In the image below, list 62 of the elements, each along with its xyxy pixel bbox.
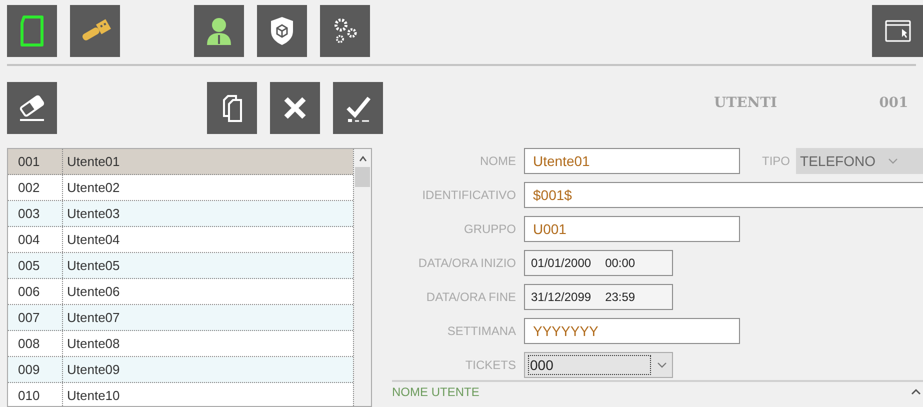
window-button[interactable] [872,5,923,57]
field-label: DATA/ORA FINE [425,289,517,306]
row-name: Utente07 [66,308,120,327]
row-code: 008 [8,331,63,356]
list-row[interactable]: 005 Utente05 [8,253,353,279]
row-name: Utente09 [66,360,120,379]
row-name: Utente10 [66,386,120,405]
field-label: IDENTIFICATIVO [421,187,517,204]
clear-button[interactable] [7,82,57,134]
row-code: 002 [8,175,63,200]
field-label: TIPO [762,153,790,170]
field-label: NOME [479,153,517,170]
field-label: GRUPPO [462,221,517,238]
row-code: 005 [8,253,63,278]
text-field[interactable]: $001$ [524,182,923,208]
tickets-dropdown[interactable]: 000 [524,352,673,378]
delete-button[interactable] [270,82,320,134]
text-field[interactable]: U001 [524,216,740,242]
row-name: Utente06 [66,282,120,301]
dropdown-caret-icon [657,362,667,368]
list-row[interactable]: 002 Utente02 [8,175,353,201]
text-field[interactable]: YYYYYYY [524,318,740,344]
row-name: Utente08 [66,334,120,353]
copy-button[interactable] [207,82,257,134]
list-row[interactable]: 008 Utente08 [8,331,353,357]
scrollbar-thumb[interactable] [355,167,370,187]
list-row[interactable]: 009 Utente09 [8,357,353,383]
row-name: Utente01 [66,152,120,171]
list-row[interactable]: 004 Utente04 [8,227,353,253]
list-row[interactable]: 001 Utente01 [8,149,353,175]
user-button[interactable] [194,5,244,57]
list-row[interactable]: 006 Utente06 [8,279,353,305]
security-button[interactable] [257,5,307,57]
collapse-icon[interactable] [911,388,921,396]
row-name: Utente02 [66,178,120,197]
record-code: 001 [879,94,908,112]
datetime-field[interactable]: 31/12/2099 23:59 [524,284,673,310]
row-code: 010 [8,383,63,406]
settings-button[interactable] [320,5,370,57]
datetime-field[interactable]: 01/01/2000 00:00 [524,250,673,276]
row-code: 007 [8,305,63,330]
list-row[interactable]: 007 Utente07 [8,305,353,331]
scrollbar[interactable] [353,149,371,406]
row-code: 001 [8,149,63,174]
row-code: 003 [8,201,63,226]
row-code: 006 [8,279,63,304]
row-code: 004 [8,227,63,252]
row-code: 009 [8,357,63,382]
confirm-button[interactable] [333,82,383,134]
field-label: TICKETS [464,357,517,374]
row-name: Utente05 [66,256,120,275]
new-button[interactable] [7,5,57,57]
field-label: SETTIMANA [446,323,517,340]
connect-button[interactable] [70,5,120,57]
section-title: UTENTI [714,94,778,112]
field-label: DATA/ORA INIZIO [417,255,517,272]
row-name: Utente04 [66,230,120,249]
list-row[interactable]: 003 Utente03 [8,201,353,227]
scroll-up-icon[interactable] [358,156,366,162]
dropdown-caret-icon [888,158,898,164]
text-field[interactable]: Utente01 [524,148,740,174]
row-name: Utente03 [66,204,120,223]
